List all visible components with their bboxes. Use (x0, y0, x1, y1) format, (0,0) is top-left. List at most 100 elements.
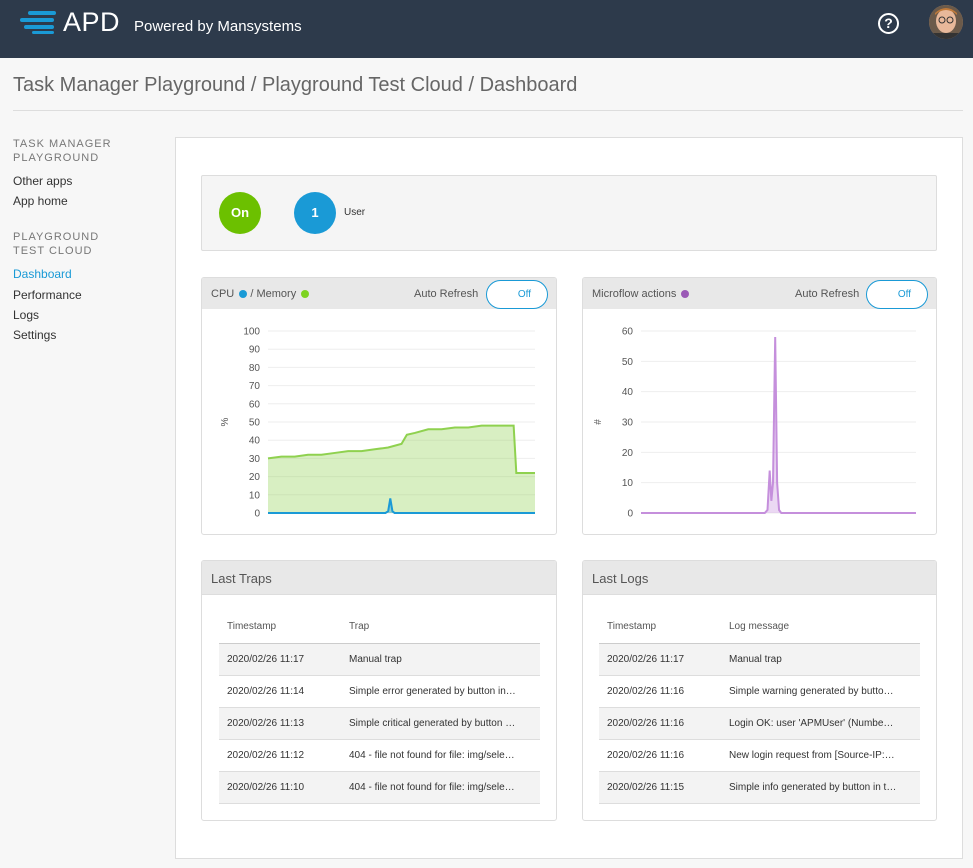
table-row[interactable]: 2020/02/26 11:16 Simple warning generated… (599, 675, 920, 708)
y-tick-label: 60 (622, 327, 634, 338)
microflow-legend-dot (681, 290, 690, 299)
table-row[interactable]: 2020/02/26 11:16 Login OK: user 'APMUser'… (599, 707, 920, 740)
y-axis-label: % (220, 417, 231, 426)
log-message-cell: Manual trap (721, 643, 920, 676)
timestamp-cell: 2020/02/26 11:16 (599, 739, 721, 772)
timestamp-cell: 2020/02/26 11:17 (219, 643, 341, 676)
last-logs-panel: Last Logs Timestamp Log message 2020/02/… (582, 560, 937, 821)
column-header-timestamp: Timestamp (219, 611, 341, 644)
traps-table: Timestamp Trap 2020/02/26 11:17 Manual tr… (219, 611, 540, 804)
series-area (268, 425, 535, 513)
y-tick-label: 0 (254, 509, 260, 520)
microflow-title: Microflow actions (592, 288, 690, 300)
y-tick-label: 50 (249, 418, 261, 429)
timestamp-cell: 2020/02/26 11:15 (599, 771, 721, 804)
trap-cell: Manual trap (341, 643, 540, 676)
table-row[interactable]: 2020/02/26 11:16 New login request from [… (599, 739, 920, 772)
y-tick-label: 80 (249, 363, 261, 374)
cpu-memory-panel: CPU / Memory Auto Refresh Off 0 10 20 30 40 5… (201, 277, 557, 535)
timestamp-cell: 2020/02/26 11:12 (219, 739, 341, 772)
sidebar-item-performance[interactable]: Performance (13, 288, 82, 302)
sidebar-item-other-apps[interactable]: Other apps (13, 174, 72, 188)
cpu-label: CPU (211, 288, 235, 300)
y-tick-label: 30 (249, 454, 261, 465)
panel-header: Last Traps (202, 561, 556, 595)
help-icon[interactable]: ? (878, 13, 899, 34)
y-tick-label: 100 (243, 327, 260, 338)
trap-cell: Simple error generated by button in… (341, 675, 540, 708)
column-header-timestamp: Timestamp (599, 611, 721, 644)
auto-refresh-toggle[interactable]: Off (486, 280, 548, 309)
cpu-legend-dot (239, 290, 248, 299)
microflow-panel: Microflow actions Auto Refresh Off 0 10 20… (582, 277, 937, 535)
last-traps-panel: Last Traps Timestamp Trap 2020/02/26 11:… (201, 560, 557, 821)
timestamp-cell: 2020/02/26 11:16 (599, 675, 721, 708)
y-tick-label: 50 (622, 357, 634, 368)
table-row[interactable]: 2020/02/26 11:15 Simple info generated by… (599, 771, 920, 804)
table-row[interactable]: 2020/02/26 11:14 Simple error generated b… (219, 675, 540, 708)
powered-by-label: Powered by Mansystems (134, 18, 302, 35)
sidebar-item-app-home[interactable]: App home (13, 194, 68, 208)
app-name: APD (63, 7, 121, 37)
column-header-trap: Trap (341, 611, 540, 644)
timestamp-cell: 2020/02/26 11:10 (219, 771, 341, 804)
cpu-memory-title: CPU / Memory (211, 288, 310, 300)
last-traps-title: Last Traps (211, 571, 272, 586)
breadcrumb: Task Manager Playground / Playground Tes… (13, 74, 578, 96)
column-header-log-message: Log message (721, 611, 920, 644)
table-row[interactable]: 2020/02/26 11:17 Manual trap (219, 643, 540, 676)
auto-refresh-label: Auto Refresh (795, 288, 860, 300)
panel-header: Microflow actions Auto Refresh Off (583, 278, 936, 309)
status-on-badge: On (219, 192, 261, 234)
y-tick-label: 40 (622, 387, 634, 398)
cpu-memory-chart: 0 10 20 30 40 50 60 70 80 90 100% (220, 327, 535, 520)
table-row[interactable]: 2020/02/26 11:13 Simple critical generate… (219, 707, 540, 740)
last-logs-title: Last Logs (592, 571, 649, 586)
log-message-cell: New login request from [Source-IP:… (721, 739, 920, 772)
top-bar: APD Powered by Mansystems ? (0, 0, 973, 58)
log-message-cell: Simple info generated by button in t… (721, 771, 920, 804)
memory-legend-dot (301, 290, 310, 299)
trap-cell: Simple critical generated by button … (341, 707, 540, 740)
memory-label: / Memory (250, 288, 297, 300)
sidebar-item-dashboard[interactable]: Dashboard (13, 267, 72, 281)
y-tick-label: 20 (249, 472, 261, 483)
log-message-cell: Simple warning generated by butto… (721, 675, 920, 708)
apd-logo-icon (20, 11, 56, 34)
microflow-label: Microflow actions (592, 288, 677, 300)
user-count-badge: 1 (294, 192, 336, 234)
series-area (641, 337, 916, 513)
table-row[interactable]: 2020/02/26 11:12 404 - file not found for… (219, 739, 540, 772)
y-tick-label: 40 (249, 436, 261, 447)
table-row[interactable]: 2020/02/26 11:17 Manual trap (599, 643, 920, 676)
sidebar-section-app: TASK MANAGER PLAYGROUND (13, 138, 112, 164)
sidebar-item-settings[interactable]: Settings (13, 328, 56, 342)
trap-cell: 404 - file not found for file: img/sele… (341, 771, 540, 804)
y-axis-label: # (593, 419, 604, 425)
series-line (641, 337, 916, 514)
log-message-cell: Login OK: user 'APMUser' (Numbe… (721, 707, 920, 740)
y-tick-label: 90 (249, 345, 261, 356)
auto-refresh-label: Auto Refresh (414, 288, 479, 300)
y-tick-label: 30 (622, 418, 634, 429)
sidebar-section-environment: PLAYGROUND TEST CLOUD (13, 231, 100, 257)
panel-header: CPU / Memory Auto Refresh Off (202, 278, 556, 309)
microflow-chart: 0 10 20 30 40 50 60 # (593, 327, 916, 520)
table-row[interactable]: 2020/02/26 11:10 404 - file not found for… (219, 771, 540, 804)
logs-table: Timestamp Log message 2020/02/26 11:17 Ma… (599, 611, 920, 804)
sidebar-item-logs[interactable]: Logs (13, 308, 39, 322)
y-tick-label: 0 (627, 509, 633, 520)
trap-cell: 404 - file not found for file: img/sele… (341, 739, 540, 772)
y-tick-label: 10 (249, 490, 261, 501)
y-tick-label: 70 (249, 381, 261, 392)
panel-header: Last Logs (583, 561, 936, 595)
auto-refresh-toggle[interactable]: Off (866, 280, 928, 309)
avatar[interactable] (929, 5, 963, 39)
user-label: User (344, 207, 366, 218)
timestamp-cell: 2020/02/26 11:16 (599, 707, 721, 740)
timestamp-cell: 2020/02/26 11:14 (219, 675, 341, 708)
timestamp-cell: 2020/02/26 11:13 (219, 707, 341, 740)
y-tick-label: 10 (622, 478, 634, 489)
y-tick-label: 20 (622, 448, 634, 459)
divider (13, 110, 963, 111)
